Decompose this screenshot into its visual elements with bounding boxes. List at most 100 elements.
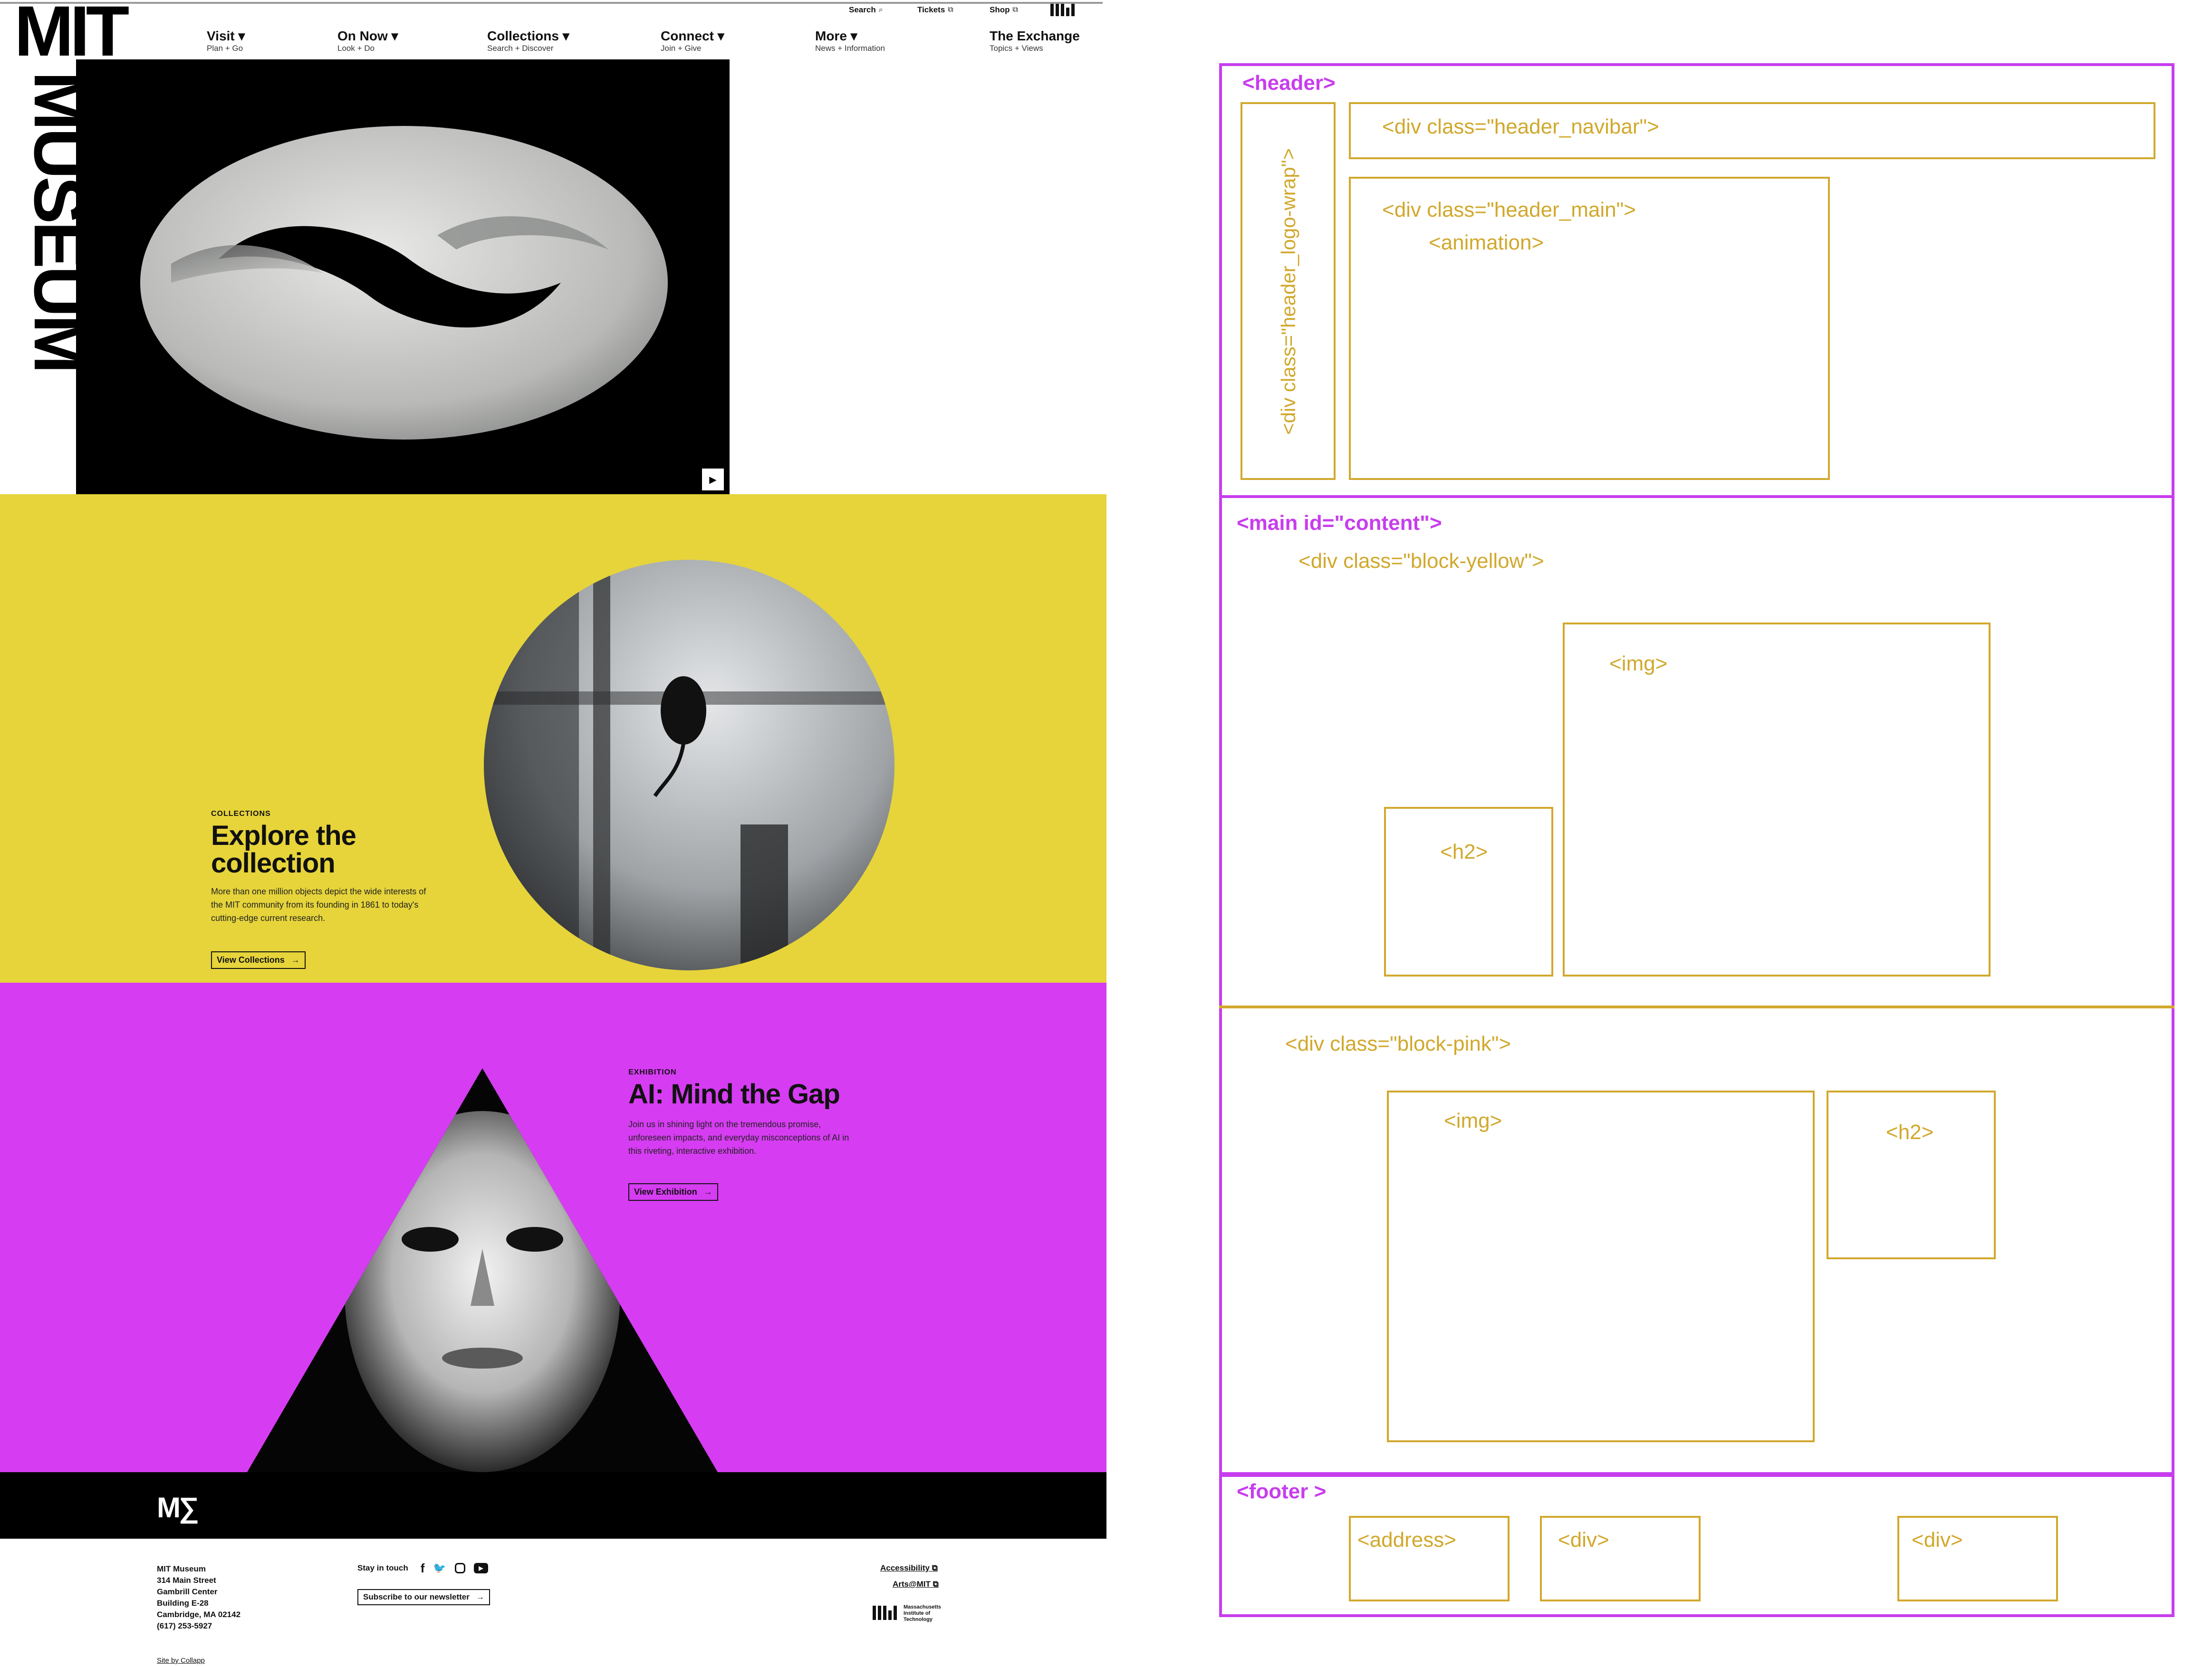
arrow-right-icon: →: [476, 1592, 484, 1601]
exhibition-heading: AI: Mind the Gap: [628, 1079, 840, 1110]
wireframe-header-main-box: [1349, 177, 1830, 480]
search-label: Search: [849, 5, 876, 14]
wireframe-header-label: <header>: [1242, 71, 1336, 95]
wireframe-logo-wrap-label: <div class="header_logo-wrap">: [1277, 148, 1299, 435]
arrow-right-icon: →: [703, 1187, 712, 1197]
stay-in-touch-row: Stay in touch f 🐦 ▶: [357, 1562, 488, 1574]
arts-mit-link[interactable]: Arts@MIT ⧉: [893, 1579, 939, 1590]
arts-mit-label: Arts@MIT: [893, 1580, 931, 1589]
collections-description-line3: cutting-edge current research.: [211, 913, 326, 923]
collections-description-line2: the MIT community from its founding in 1…: [211, 900, 419, 910]
mit-name-line: Technology: [904, 1617, 933, 1622]
tickets-label: Tickets: [917, 5, 945, 14]
address-line: (617) 253-5927: [157, 1621, 212, 1630]
exhibition-description-line1: Join us in shining light on the tremendo…: [628, 1120, 821, 1129]
newsletter-subscribe-button[interactable]: Subscribe to our newsletter →: [357, 1589, 490, 1605]
address-line: MIT Museum: [157, 1564, 206, 1573]
mit-institute-name: Massachusetts Institute of Technology: [904, 1604, 941, 1623]
exhibition-description: Join us in shining light on the tremendo…: [628, 1118, 849, 1158]
nav-sublabel: Search + Discover: [487, 44, 554, 53]
wireframe-footer-label: <footer >: [1237, 1480, 1327, 1503]
nav-label: More ▾: [815, 29, 857, 43]
view-collections-button[interactable]: View Collections →: [211, 951, 306, 969]
view-collections-label: View Collections: [217, 955, 285, 965]
newsletter-subscribe-label: Subscribe to our newsletter: [363, 1592, 470, 1601]
shop-link[interactable]: Shop ⧉: [990, 3, 1018, 17]
wireframe-yellow-img-label: <img>: [1609, 652, 1668, 675]
nav-item-the-exchange[interactable]: The Exchange Topics + Views: [990, 29, 1080, 53]
wireframe-yellow-h2-box: [1384, 807, 1553, 977]
accessibility-link[interactable]: Accessibility ⧉: [880, 1562, 938, 1574]
wireframe-pink-h2-label: <h2>: [1886, 1121, 1934, 1144]
exhibition-description-line2: unforeseen impacts, and everyday misconc…: [628, 1133, 849, 1142]
nav-item-on-now[interactable]: On Now ▾ Look + Do: [337, 29, 398, 53]
stay-in-touch-label: Stay in touch: [357, 1563, 408, 1572]
external-link-icon: ⧉: [1012, 6, 1018, 14]
view-exhibition-label: View Exhibition: [634, 1187, 697, 1197]
twitter-icon[interactable]: 🐦: [433, 1562, 446, 1574]
youtube-icon[interactable]: ▶: [473, 1563, 488, 1573]
address-line: 314 Main Street: [157, 1576, 216, 1585]
wireframe-footer-div-label: <div>: [1912, 1528, 1963, 1552]
wireframe-section-divider: [1219, 1006, 2174, 1008]
wireframe-pink-h2-box: [1827, 1091, 1996, 1259]
collections-heading: Explore the collection: [211, 822, 356, 877]
footer-brand-band: M∑: [0, 1472, 1106, 1539]
mobius-sculpture-image: [140, 126, 668, 440]
exhibition-eyebrow: EXHIBITION: [628, 1068, 677, 1076]
collection-object-image[interactable]: [484, 558, 895, 972]
collections-eyebrow: COLLECTIONS: [211, 810, 271, 818]
mit-logo-link[interactable]: [1050, 3, 1075, 17]
shop-label: Shop: [990, 5, 1010, 14]
nav-item-connect[interactable]: Connect ▾ Join + Give: [661, 29, 724, 53]
address-line: Cambridge, MA 02142: [157, 1610, 241, 1619]
external-link-icon: ⧉: [933, 1580, 939, 1589]
site-credit-link[interactable]: Site by Collapp: [157, 1657, 205, 1665]
nav-sublabel: Join + Give: [661, 44, 702, 53]
nav-label: On Now ▾: [337, 29, 398, 43]
address-line: Gambrill Center: [157, 1587, 218, 1596]
facebook-icon[interactable]: f: [421, 1562, 425, 1574]
hero-animation: ▶: [76, 59, 730, 494]
mit-name-line: Institute of: [904, 1610, 931, 1616]
mit-logo-icon: [873, 1605, 897, 1620]
view-exhibition-button[interactable]: View Exhibition →: [628, 1183, 718, 1201]
arrow-right-icon: →: [291, 955, 300, 965]
mit-logo-icon: [1050, 4, 1075, 16]
nav-label: Collections ▾: [487, 29, 569, 43]
collections-description-line1: More than one million objects depict the…: [211, 887, 426, 896]
tickets-link[interactable]: Tickets ⧉: [917, 3, 953, 17]
wireframe-address-label: <address>: [1357, 1528, 1456, 1552]
wireframe-pink-img-box: [1387, 1091, 1815, 1442]
nav-sublabel: Look + Do: [337, 44, 375, 53]
wireframe-navbar-label: <div class="header_navibar">: [1382, 115, 1659, 138]
nav-label: The Exchange: [990, 29, 1080, 43]
collections-section: COLLECTIONS Explore the collection More …: [0, 494, 1106, 983]
wireframe-pink-img-label: <img>: [1444, 1109, 1502, 1132]
external-link-icon: ⧉: [932, 1563, 938, 1572]
mit-name-line: Massachusetts: [904, 1604, 941, 1610]
play-button[interactable]: ▶: [702, 469, 724, 490]
wireframe-block-pink-label: <div class="block-pink">: [1285, 1032, 1511, 1055]
wireframe-animation-label: <animation>: [1429, 231, 1544, 254]
accessibility-label: Accessibility: [880, 1563, 930, 1572]
nav-item-more[interactable]: More ▾ News + Information: [815, 29, 885, 53]
collections-description: More than one million objects depict the…: [211, 885, 426, 925]
nav-sublabel: Plan + Go: [207, 44, 243, 53]
nav-label: Visit ▾: [207, 29, 245, 43]
collections-heading-line2: collection: [211, 848, 336, 879]
instagram-icon[interactable]: [454, 1563, 465, 1573]
nav-label: Connect ▾: [661, 29, 724, 43]
wireframe-header-main-label: <div class="header_main">: [1382, 198, 1636, 221]
footer-address: MIT Museum 314 Main Street Gambrill Cent…: [157, 1563, 240, 1632]
nav-item-visit[interactable]: Visit ▾ Plan + Go: [207, 29, 245, 53]
nav-item-collections[interactable]: Collections ▾ Search + Discover: [487, 29, 569, 53]
nav-sublabel: Topics + Views: [990, 44, 1043, 53]
search-link[interactable]: Search ⌕: [849, 3, 883, 17]
play-icon: ▶: [709, 474, 717, 485]
me-logo-icon[interactable]: M∑: [157, 1491, 199, 1524]
mit-institute-logo[interactable]: Massachusetts Institute of Technology: [873, 1604, 941, 1623]
wireframe-block-yellow-label: <div class="block-yellow">: [1298, 549, 1544, 573]
search-icon: ⌕: [878, 6, 883, 14]
wireframe-main-label: <main id="content">: [1237, 511, 1442, 535]
